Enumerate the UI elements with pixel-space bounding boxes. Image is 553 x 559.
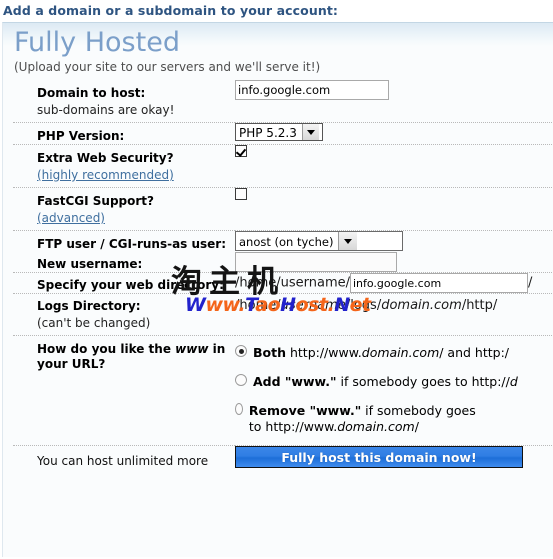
row-ftp-user: FTP user / CGI-runs-as user: anost (on t…: [13, 231, 553, 252]
row-fastcgi-support: FastCGI Support? (advanced): [13, 188, 553, 231]
hosting-form: Domain to host: sub-domains are okay! PH…: [13, 80, 553, 469]
radio-both-bold: Both: [253, 345, 286, 360]
fully-hosted-panel: Fully Hosted (Upload your site to our se…: [2, 22, 553, 557]
radio-add-bold: Add "www.": [253, 374, 337, 389]
radio-both-em: domain.com: [361, 345, 440, 360]
chevron-down-icon: [301, 124, 319, 140]
label-ftp-user: FTP user / CGI-runs-as user:: [37, 237, 227, 251]
radio-add-em: d: [509, 374, 518, 389]
php-version-value: PHP 5.2.3: [239, 126, 297, 140]
web-directory-prefix: /home/username/: [235, 275, 350, 291]
panel-subtitle: (Upload your site to our servers and we'…: [14, 60, 321, 74]
www-label-emphasis: www: [175, 342, 209, 356]
radio-option-remove-www[interactable]: Remove "www." if somebody goes to http:/…: [235, 400, 485, 445]
label-web-directory: Specify your web directory:: [37, 278, 224, 292]
web-directory-suffix: /: [528, 275, 533, 291]
highly-recommended-link[interactable]: (highly recommended): [37, 168, 174, 182]
radio-both-post: / and http:/: [439, 345, 510, 360]
label-fastcgi-support: FastCGI Support?: [37, 194, 154, 208]
radio-remove-post: /: [414, 419, 419, 434]
logs-directory-path: /home/username/logs/domain.com/http/: [235, 294, 553, 315]
row-domain-to-host: Domain to host: sub-domains are okay!: [13, 80, 553, 123]
radio-option-add-www[interactable]: Add "www." if somebody goes to http://d: [235, 371, 553, 400]
note-subdomains-okay: sub-domains are okay!: [37, 103, 175, 117]
advanced-link[interactable]: (advanced): [37, 211, 105, 225]
page-title: Add a domain or a subdomain to your acco…: [3, 3, 339, 18]
new-username-input[interactable]: [235, 252, 397, 272]
radio-add-www-text: Add "www." if somebody goes to http://d: [253, 374, 518, 390]
logs-path-mid: /logs/: [345, 298, 382, 313]
php-version-select[interactable]: PHP 5.2.3: [235, 123, 323, 141]
radio-both-pre: http://www.: [286, 345, 362, 360]
radio-remove-em: domain.com: [337, 419, 415, 434]
logs-path-username: username: [280, 298, 346, 313]
radio-both-text: Both http://www.domain.com/ and http:/: [253, 345, 509, 361]
panel-title: Fully Hosted: [14, 27, 180, 58]
radio-both[interactable]: [235, 345, 247, 357]
note-highly-recommended[interactable]: (highly recommended): [13, 166, 235, 187]
logs-path-domain: domain.com: [381, 298, 462, 313]
ftp-user-select[interactable]: anost (on tyche): [235, 231, 403, 251]
label-new-username: New username:: [37, 257, 143, 271]
ftp-user-value: anost (on tyche): [239, 235, 334, 249]
label-logs-directory: Logs Directory:: [37, 299, 141, 313]
label-extra-web-security: Extra Web Security?: [37, 151, 174, 165]
label-domain-to-host: Domain to host:: [37, 86, 146, 100]
fastcgi-support-checkbox[interactable]: [235, 188, 247, 200]
row-www-options: How do you like the www in your URL? Bot…: [13, 336, 553, 446]
row-logs-directory: Logs Directory: (can't be changed) /home…: [13, 294, 553, 336]
radio-remove-www-text: Remove "www." if somebody goes to http:/…: [249, 403, 485, 435]
row-php-version: PHP Version: PHP 5.2.3: [13, 123, 553, 145]
note-cant-be-changed: (can't be changed): [37, 316, 151, 330]
row-extra-web-security: Extra Web Security? (highly recommended): [13, 145, 553, 188]
label-php-version: PHP Version:: [37, 129, 125, 143]
logs-path-suffix: /http/: [461, 298, 498, 313]
radio-add-www[interactable]: [235, 374, 247, 386]
chevron-down-icon: [338, 232, 358, 250]
radio-remove-bold: Remove "www.": [248, 403, 362, 418]
radio-option-both[interactable]: Both http://www.domain.com/ and http:/: [235, 342, 553, 371]
row-submit: You can host unlimited more Fully host t…: [13, 446, 553, 469]
row-new-username: New username:: [13, 252, 553, 273]
extra-web-security-checkbox[interactable]: [235, 145, 247, 157]
radio-add-pre: if somebody goes to http://: [336, 374, 510, 389]
footer-note: You can host unlimited more: [37, 454, 209, 468]
domain-to-host-input[interactable]: [235, 80, 389, 100]
note-advanced[interactable]: (advanced): [13, 209, 235, 230]
fully-host-domain-button[interactable]: Fully host this domain now!: [235, 446, 523, 468]
label-www-preference: How do you like the www in your URL?: [13, 336, 235, 372]
radio-remove-www[interactable]: [235, 403, 243, 415]
www-label-part1: How do you like the: [37, 342, 176, 356]
web-directory-input[interactable]: [350, 273, 528, 293]
row-web-directory: Specify your web directory: /home/userna…: [13, 273, 553, 294]
logs-path-prefix: /home/: [235, 298, 281, 313]
